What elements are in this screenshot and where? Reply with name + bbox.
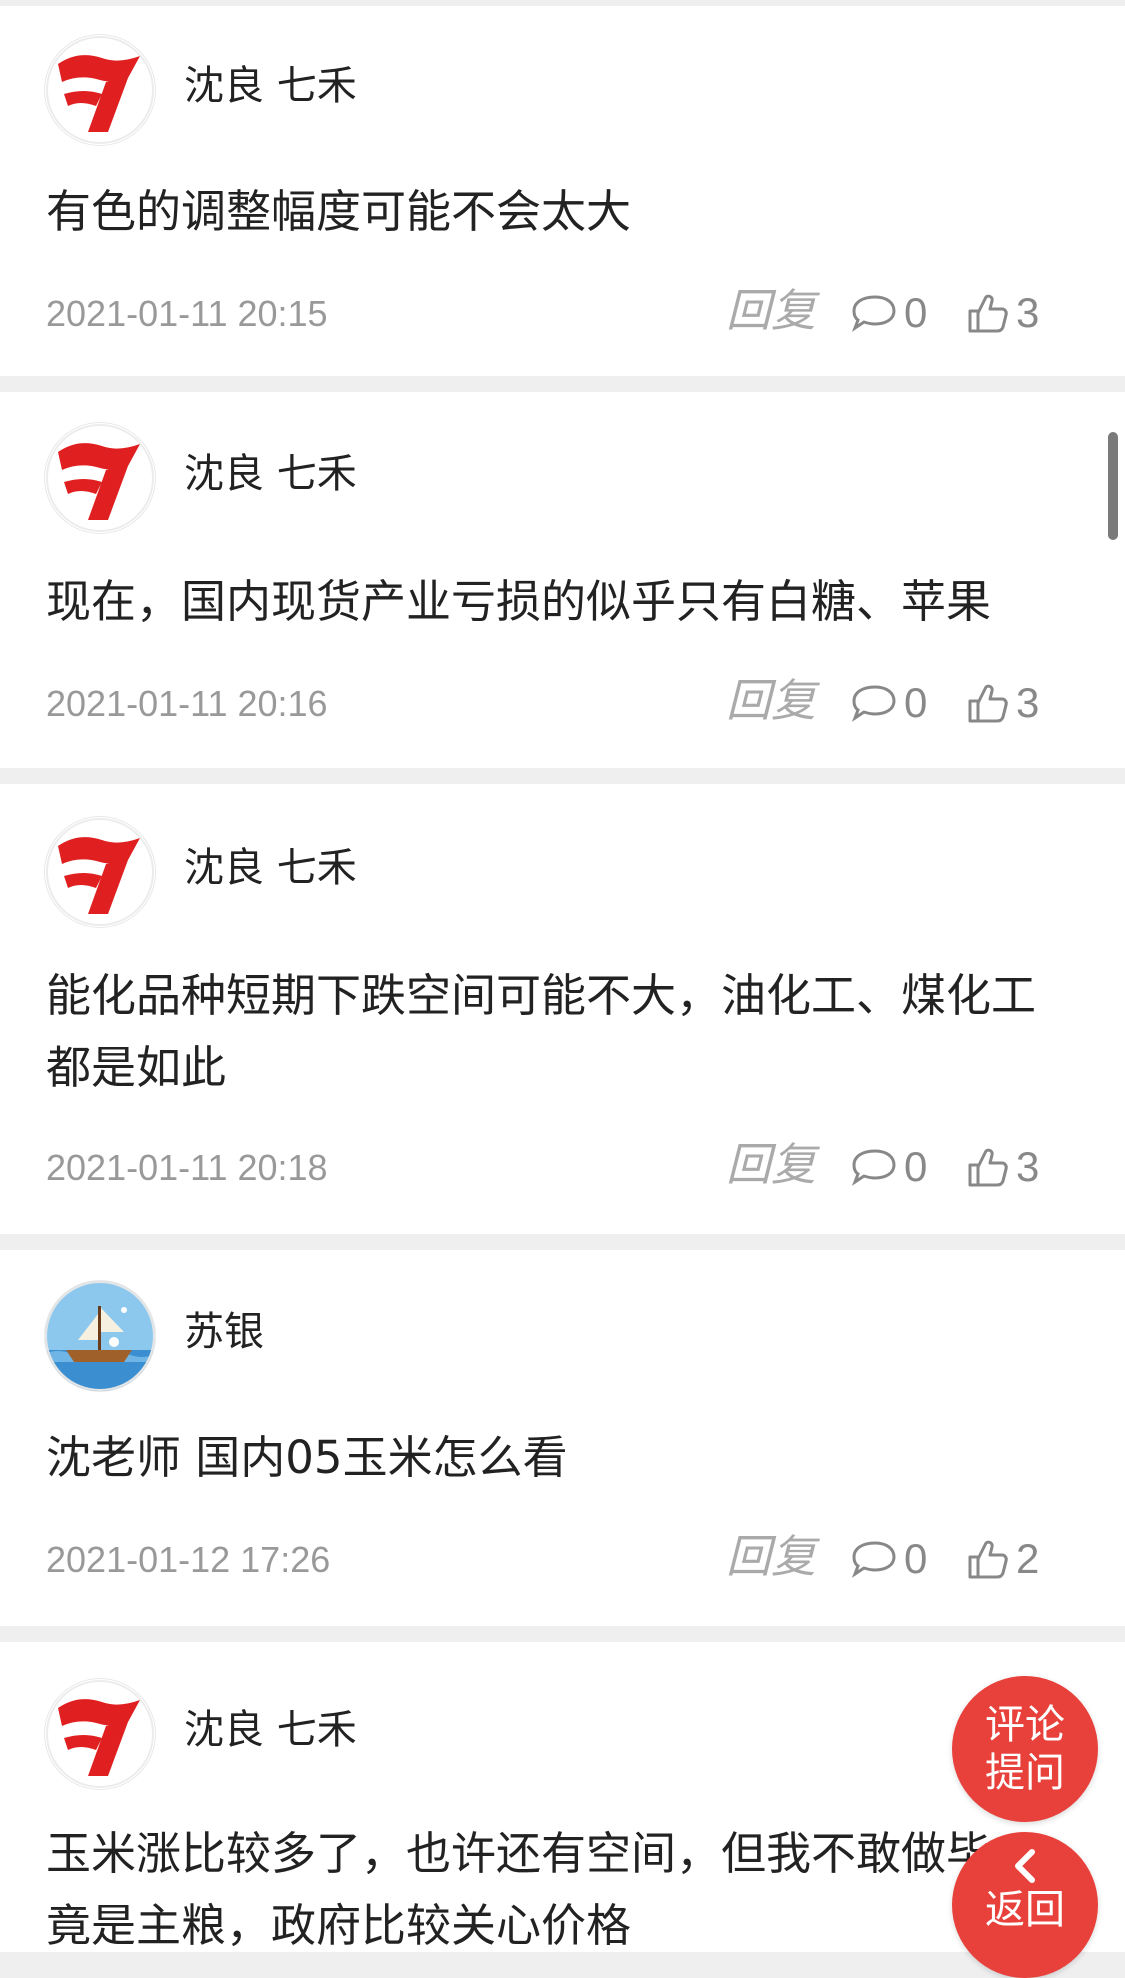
thumbs-up-icon <box>968 1540 1008 1579</box>
comment-text: 现在，国内现货产业亏损的似乎只有白糖、苹果 <box>46 575 992 628</box>
username[interactable]: 苏银 <box>184 1308 264 1356</box>
timestamp: 2021-01-11 20:18 <box>46 1147 328 1188</box>
username[interactable]: 沈良 七禾 <box>184 62 357 110</box>
reply-button[interactable]: 回复 <box>726 676 816 726</box>
reply-button[interactable]: 回复 <box>726 286 816 336</box>
comment-card: 苏银 沈老师 国内05玉米怎么看 2021-01-12 17:26 回复 0 2 <box>0 1250 1125 1626</box>
speech-bubble-icon <box>851 1149 896 1186</box>
comment-text: 有色的调整幅度可能不会太大 <box>46 185 632 238</box>
comment-count: 0 <box>904 1535 928 1582</box>
speech-bubble-icon <box>851 1541 896 1578</box>
timestamp: 2021-01-12 17:26 <box>46 1539 331 1580</box>
avatar[interactable] <box>44 422 156 534</box>
comment-count: 0 <box>904 679 928 726</box>
like-count: 3 <box>1016 289 1040 336</box>
comment-count-button[interactable]: 0 <box>848 288 927 338</box>
comment-count-button[interactable]: 0 <box>848 1534 927 1584</box>
thumbs-up-icon <box>968 294 1008 333</box>
like-button[interactable]: 3 <box>966 288 1039 338</box>
qihe-logo-icon <box>46 818 154 926</box>
like-button[interactable]: 3 <box>966 678 1039 728</box>
comment-count-button[interactable]: 0 <box>848 1142 927 1192</box>
back-label: 返回 <box>985 1887 1065 1933</box>
thumbs-up-icon <box>968 1148 1008 1187</box>
comment-count: 0 <box>904 289 928 336</box>
timestamp: 2021-01-11 20:16 <box>46 683 328 724</box>
comment-count-button[interactable]: 0 <box>848 678 927 728</box>
like-button[interactable]: 3 <box>966 1142 1039 1192</box>
qihe-logo-icon <box>46 424 154 532</box>
username[interactable]: 沈良 七禾 <box>184 1706 357 1754</box>
like-count: 3 <box>1016 679 1040 726</box>
avatar[interactable] <box>44 816 156 928</box>
avatar[interactable] <box>44 34 156 146</box>
like-button[interactable]: 2 <box>966 1534 1039 1584</box>
comment-ask-label-line2: 提问 <box>985 1750 1065 1796</box>
qihe-logo-icon <box>46 1680 154 1788</box>
avatar[interactable] <box>44 1678 156 1790</box>
chevron-left-icon <box>1015 1849 1035 1883</box>
reply-button[interactable]: 回复 <box>726 1532 816 1582</box>
comment-card: 沈良 七禾 能化品种短期下跌空间可能不大，油化工、煤化工都是如此 2021-01… <box>0 784 1125 1234</box>
speech-bubble-icon <box>851 685 896 722</box>
speech-bubble-icon <box>851 295 896 332</box>
sailing-ship-avatar-icon <box>45 1281 155 1391</box>
comment-text: 沈老师 国内05玉米怎么看 <box>46 1431 568 1484</box>
username[interactable]: 沈良 七禾 <box>184 450 357 498</box>
comment-card: 沈良 七禾 现在，国内现货产业亏损的似乎只有白糖、苹果 2021-01-11 2… <box>0 392 1125 768</box>
comment-text: 玉米涨比较多了，也许还有空间，但我不敢做毕竟是主粮，政府比较关心价格 <box>46 1827 992 1952</box>
comment-card: 沈良 七禾 有色的调整幅度可能不会太大 2021-01-11 20:15 回复 … <box>0 6 1125 376</box>
scrollbar[interactable] <box>1108 432 1118 540</box>
like-count: 3 <box>1016 1143 1040 1190</box>
comment-count: 0 <box>904 1143 928 1190</box>
reply-button[interactable]: 回复 <box>726 1140 816 1190</box>
username[interactable]: 沈良 七禾 <box>184 844 357 892</box>
comment-ask-button[interactable]: 评论 提问 <box>952 1676 1098 1822</box>
comment-ask-label-line1: 评论 <box>985 1702 1065 1748</box>
thumbs-up-icon <box>968 684 1008 723</box>
comment-text: 能化品种短期下跌空间可能不大，油化工、煤化工都是如此 <box>46 969 1037 1094</box>
like-count: 2 <box>1016 1535 1040 1582</box>
timestamp: 2021-01-11 20:15 <box>46 293 328 334</box>
avatar[interactable] <box>44 1280 156 1392</box>
back-button[interactable]: 返回 <box>952 1832 1098 1978</box>
qihe-logo-icon <box>46 36 154 144</box>
